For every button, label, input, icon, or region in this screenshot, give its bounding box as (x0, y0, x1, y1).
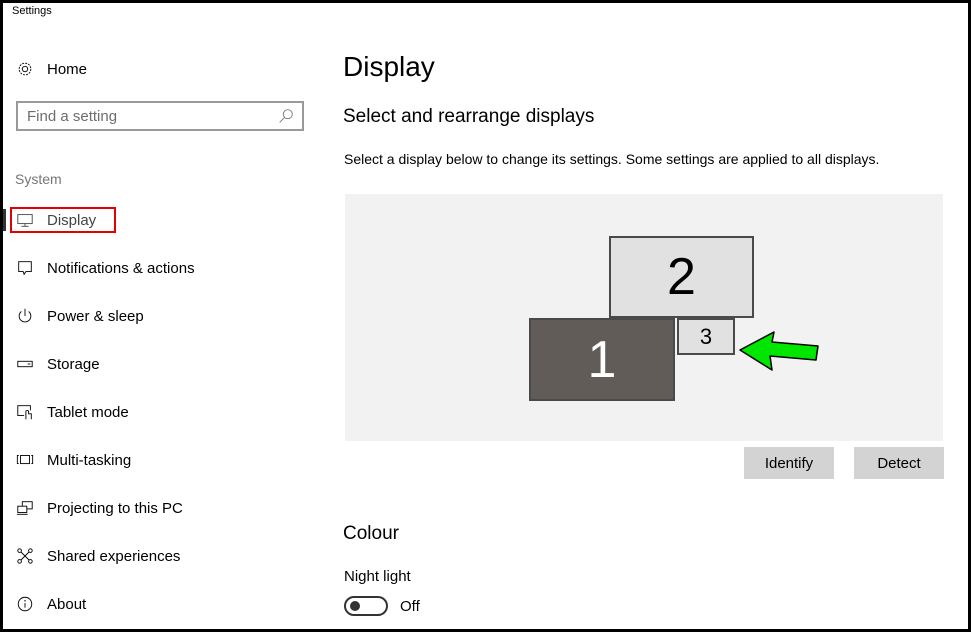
sidebar-item-label: Shared experiences (47, 547, 181, 565)
sidebar-item-display[interactable]: Display (15, 206, 315, 234)
monitor-icon (15, 210, 35, 230)
home-label: Home (47, 60, 88, 78)
sidebar-item-storage[interactable]: Storage (15, 350, 315, 378)
sidebar-item-tablet-mode[interactable]: Tablet mode (15, 398, 315, 426)
sidebar-item-label: Display (47, 211, 97, 229)
settings-window: Settings Home System Display (3, 3, 968, 629)
section-label-system: System (15, 171, 62, 187)
colour-heading: Colour (343, 523, 399, 544)
sidebar-item-shared-experiences[interactable]: Shared experiences (15, 542, 315, 570)
arrange-heading: Select and rearrange displays (343, 106, 595, 127)
identify-button[interactable]: Identify (744, 447, 834, 479)
active-indicator (3, 209, 6, 231)
sidebar: Home System Display Notifications & acti… (3, 3, 323, 629)
night-light-toggle[interactable] (344, 596, 388, 616)
toggle-knob (350, 601, 360, 611)
projecting-icon (15, 498, 35, 518)
sidebar-item-label: Multi-tasking (47, 451, 132, 469)
night-light-row: Off (344, 596, 420, 616)
sidebar-item-label: Notifications & actions (47, 259, 195, 277)
home-link[interactable]: Home (15, 59, 87, 79)
sidebar-item-label: About (47, 595, 87, 613)
notification-icon (15, 258, 35, 278)
monitor-2[interactable]: 2 (609, 236, 754, 318)
storage-icon (15, 354, 35, 374)
shared-experiences-icon (15, 546, 35, 566)
multitasking-icon (15, 450, 35, 470)
info-icon (15, 594, 35, 614)
annotation-arrow-icon (739, 331, 819, 371)
sidebar-item-projecting[interactable]: Projecting to this PC (15, 494, 315, 522)
page-title: Display (343, 51, 435, 82)
gear-icon (15, 59, 35, 79)
sidebar-item-about[interactable]: About (15, 590, 315, 618)
sidebar-item-power-sleep[interactable]: Power & sleep (15, 302, 315, 330)
sidebar-item-notifications[interactable]: Notifications & actions (15, 254, 315, 282)
search-input[interactable] (18, 107, 276, 125)
sidebar-item-label: Storage (47, 355, 100, 373)
display-arrangement-area[interactable]: 2 1 3 (345, 194, 943, 441)
arrange-description: Select a display below to change its set… (344, 151, 880, 167)
sidebar-item-label: Tablet mode (47, 403, 129, 421)
tablet-mode-icon (15, 402, 35, 422)
main-content: Display Select and rearrange displays Se… (343, 3, 968, 629)
search-box[interactable] (16, 101, 304, 131)
sidebar-item-label: Power & sleep (47, 307, 144, 325)
search-icon[interactable] (276, 106, 296, 126)
night-light-state: Off (400, 597, 420, 615)
monitor-1[interactable]: 1 (529, 318, 675, 401)
sidebar-item-multitasking[interactable]: Multi-tasking (15, 446, 315, 474)
power-icon (15, 306, 35, 326)
night-light-label: Night light (344, 568, 411, 585)
monitor-3[interactable]: 3 (677, 318, 735, 355)
sidebar-item-label: Projecting to this PC (47, 499, 183, 517)
detect-button[interactable]: Detect (854, 447, 944, 479)
